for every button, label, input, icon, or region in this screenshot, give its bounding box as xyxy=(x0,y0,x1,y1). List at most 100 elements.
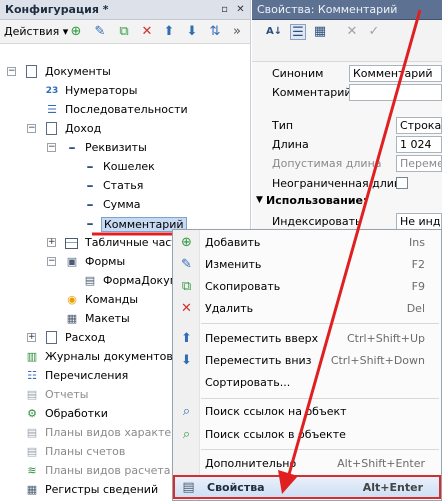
collapse-icon[interactable]: − xyxy=(47,257,56,266)
tree-item-label: Статья xyxy=(103,179,144,192)
comment-field[interactable] xyxy=(349,84,442,101)
configuration-toolbar: Действия ▾ ⊕ ✎ ⧉ ✕ ⬆ ⬇ ⇅ » xyxy=(0,20,250,44)
documents-icon xyxy=(26,65,37,78)
menu-item-find-refs[interactable]: ⌕ Поиск ссылок на объект xyxy=(173,401,441,422)
menu-item-more[interactable]: Дополнительно Alt+Shift+Enter xyxy=(173,453,441,474)
expand-icon[interactable]: + xyxy=(27,333,36,342)
delete-icon[interactable]: ✕ xyxy=(139,24,155,40)
menu-item-shortcut: F2 xyxy=(411,258,425,271)
menu-item-label: Переместить вверх xyxy=(205,332,319,345)
attribute-icon: – xyxy=(86,197,94,213)
index-field[interactable]: Не индексировать xyxy=(396,213,442,230)
move-up-icon: ⬆ xyxy=(181,331,192,346)
move-down-icon[interactable]: ⬇ xyxy=(184,24,200,40)
configuration-titlebar: Конфигурация * ▫ ✕ xyxy=(0,0,250,20)
close-icon[interactable]: ✕ xyxy=(234,3,247,16)
tree-item-wallet[interactable]: – Кошелек xyxy=(0,158,251,177)
unlimited-length-checkbox[interactable] xyxy=(396,177,408,189)
journals-icon: ▥ xyxy=(26,350,38,363)
tree-item-documents[interactable]: − Документы xyxy=(0,63,251,82)
edit-icon[interactable]: ✎ xyxy=(92,24,108,40)
menu-item-properties[interactable]: ▤ Свойства Alt+Enter xyxy=(173,475,441,499)
tree-item-attributes[interactable]: − – Реквизиты xyxy=(0,139,251,158)
menu-item-shortcut: F9 xyxy=(411,280,425,293)
tree-item-sum[interactable]: – Сумма xyxy=(0,196,251,215)
copy-icon[interactable]: ⧉ xyxy=(116,24,132,40)
tree-item-numerators[interactable]: 23 Нумераторы xyxy=(0,82,251,101)
tree-item-label: Документы xyxy=(45,65,111,78)
collapse-icon[interactable]: − xyxy=(47,143,56,152)
menu-item-sort[interactable]: Сортировать... xyxy=(173,372,441,393)
expand-icon[interactable]: + xyxy=(47,238,56,247)
allowed-length-label: Допустимая длина xyxy=(272,157,382,170)
tree-item-label: Макеты xyxy=(85,312,130,325)
tree-item-sequences[interactable]: ☰ Последовательности xyxy=(0,101,251,120)
attribute-icon: – xyxy=(86,216,94,232)
group-collapse-icon[interactable]: ▼ xyxy=(256,195,263,205)
chart-of-characteristics-icon: ▤ xyxy=(26,426,38,439)
more-icon[interactable]: » xyxy=(229,24,245,40)
apply-icon[interactable]: ✓ xyxy=(366,24,382,40)
menu-item-label: Сортировать... xyxy=(205,376,291,389)
menu-item-edit[interactable]: ✎ Изменить F2 xyxy=(173,254,441,275)
menu-item-label: Поиск ссылок на объект xyxy=(205,405,347,418)
menu-item-move-up[interactable]: ⬆ Переместить вверх Ctrl+Shift+Up xyxy=(173,328,441,349)
menu-item-label: Поиск ссылок в объекте xyxy=(205,428,346,441)
attribute-icon: – xyxy=(86,178,94,194)
index-label: Индексировать xyxy=(272,215,362,228)
copy-icon: ⧉ xyxy=(181,279,192,294)
categorized-icon[interactable]: ☰ xyxy=(290,24,306,40)
tree-item-label: Кошелек xyxy=(103,160,155,173)
menu-item-label: Дополнительно xyxy=(205,457,297,470)
synonym-label: Синоним xyxy=(272,67,324,80)
move-up-icon[interactable]: ⬆ xyxy=(161,24,177,40)
sort-icon[interactable]: ⇅ xyxy=(207,24,223,40)
menu-item-add[interactable]: ⊕ Добавить Ins xyxy=(173,232,441,253)
allowed-length-field[interactable]: Переменная xyxy=(396,155,442,172)
tree-item-income[interactable]: − Доход xyxy=(0,120,251,139)
tree-item-article[interactable]: – Статья xyxy=(0,177,251,196)
sort-icon xyxy=(178,374,195,391)
tree-item-label: Расход xyxy=(65,331,106,344)
menu-item-shortcut: Ctrl+Shift+Up xyxy=(346,332,425,345)
reports-icon: ▤ xyxy=(26,388,38,401)
restore-icon[interactable]: ▫ xyxy=(218,3,231,16)
tree-item-label: Регистры сведений xyxy=(45,483,159,496)
tree-item-label: Журналы документов xyxy=(45,350,173,363)
document-icon xyxy=(46,331,57,344)
find-refs-icon: ⌕ xyxy=(182,404,191,419)
actions-menu-button[interactable]: Действия ▾ xyxy=(4,25,68,38)
tree-item-label: Реквизиты xyxy=(85,141,147,154)
menu-item-find-refs-in[interactable]: ⌕ Поиск ссылок в объекте xyxy=(173,424,441,445)
synonym-field[interactable]: Комментарий xyxy=(349,65,442,82)
menu-item-label: Скопировать xyxy=(205,280,281,293)
find-refs-in-icon: ⌕ xyxy=(182,427,191,442)
type-row: Тип Строка xyxy=(252,116,442,135)
sort-alphabet-icon[interactable]: A↓ xyxy=(266,24,282,40)
type-label: Тип xyxy=(272,119,294,132)
allowed-length-row: Допустимая длина Переменная xyxy=(252,154,442,173)
attribute-icon: – xyxy=(86,159,94,175)
length-label: Длина xyxy=(272,138,309,151)
menu-item-shortcut: Del xyxy=(406,302,425,315)
menu-item-move-down[interactable]: ⬇ Переместить вниз Ctrl+Shift+Down xyxy=(173,350,441,371)
tree-item-label: Доход xyxy=(65,122,102,135)
menu-item-copy[interactable]: ⧉ Скопировать F9 xyxy=(173,276,441,297)
menu-item-label: Удалить xyxy=(205,302,254,315)
menu-item-label: Изменить xyxy=(205,258,262,271)
collapse-icon[interactable]: − xyxy=(7,67,16,76)
filter-icon[interactable]: ▦ xyxy=(312,24,328,40)
type-field[interactable]: Строка xyxy=(396,117,442,134)
chart-of-accounts-icon: ▤ xyxy=(26,445,38,458)
add-icon[interactable]: ⊕ xyxy=(68,24,84,40)
commands-icon: ◉ xyxy=(67,293,77,306)
synonym-row: Синоним Комментарий xyxy=(252,64,442,83)
clear-icon[interactable]: ✕ xyxy=(344,24,360,40)
length-field[interactable]: 1 024 xyxy=(396,136,442,153)
forms-icon: ▣ xyxy=(66,255,78,268)
information-registers-icon: ▦ xyxy=(26,483,38,496)
delete-icon: ✕ xyxy=(181,301,192,316)
collapse-icon[interactable]: − xyxy=(27,124,36,133)
menu-item-delete[interactable]: ✕ Удалить Del xyxy=(173,298,441,319)
usage-group-row: ▼ Использование: xyxy=(252,194,442,213)
